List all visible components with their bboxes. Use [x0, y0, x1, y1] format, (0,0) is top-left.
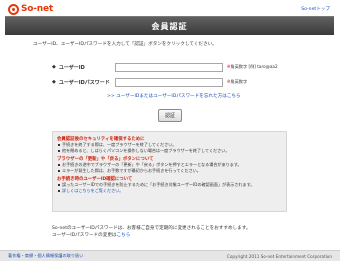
logo-text: So-net — [21, 4, 54, 14]
password-advice-line1: So-netのユーザーIDパスワードは、お客様ご自身で定期的に変更されることをお… — [52, 226, 251, 231]
details-link[interactable]: 詳しくはこちらをご覧ください。 — [57, 188, 282, 194]
legal-links[interactable]: 著作権・商標・個人情報保護の取り扱い — [8, 253, 83, 259]
info-box: 会員認証後のセキュリティを確保するために 手続きを終了する際は、一度ブラウザーを… — [52, 131, 287, 212]
password-label: ユーザーIDパスワード — [58, 79, 110, 86]
copyright: Copyright 2011 So-net Entertainment Corp… — [226, 253, 332, 259]
so-net-logo-icon — [8, 3, 19, 15]
forgot-credentials-link[interactable]: >> ユーザーIDまたはユーザーIDパスワードを忘れた方はこちら — [107, 93, 241, 99]
user-id-label: ユーザーID — [58, 64, 85, 71]
authenticate-button[interactable]: 認証 — [158, 109, 182, 122]
so-net-top-link[interactable]: So-netトップ — [301, 6, 330, 12]
password-note-text: 角英数字 — [230, 79, 248, 84]
user-id-row: ◆ ユーザーID ※角英数字 [例] taro@aa2 — [52, 62, 278, 72]
password-change-link[interactable]: こちら — [117, 233, 131, 238]
footer-bar: 著作権・商標・個人情報保護の取り扱い Copyright 2011 So-net… — [0, 250, 340, 261]
password-change-text: ユーザーIDパスワードの変更は — [52, 233, 117, 238]
user-id-note-text: 角英数字 [例] taro@aa2 — [230, 64, 278, 69]
diamond-bullet-icon: ◆ — [52, 79, 56, 85]
user-id-note: ※角英数字 [例] taro@aa2 — [227, 64, 278, 70]
info-item: エラーが発生した際は、お手数ですが最初からお手続きを行ってください。 — [57, 168, 282, 174]
page-title: 会員認証 — [151, 21, 188, 31]
user-id-input[interactable] — [114, 62, 223, 72]
password-input[interactable] — [114, 77, 223, 87]
password-note: ※角英数字 — [227, 79, 247, 85]
intro-text: ユーザーID、ユーザーIDパスワードを入力して「認証」ボタンをクリックしてくださ… — [33, 42, 217, 47]
so-net-logo[interactable]: So-net — [8, 3, 53, 15]
info-item: 他を閉めると、しばらくパソコンを操作しない場合は一度ブラウザーを終了してください… — [57, 148, 282, 154]
diamond-bullet-icon: ◆ — [52, 64, 56, 70]
page-title-bar: 会員認証 — [5, 16, 334, 35]
password-advice: So-netのユーザーIDパスワードは、お客様ご自身で定期的に変更されることをお… — [52, 225, 251, 239]
password-advice-line2: ユーザーIDパスワードの変更はこちら — [52, 232, 251, 239]
password-row: ◆ ユーザーIDパスワード ※角英数字 — [52, 77, 247, 87]
